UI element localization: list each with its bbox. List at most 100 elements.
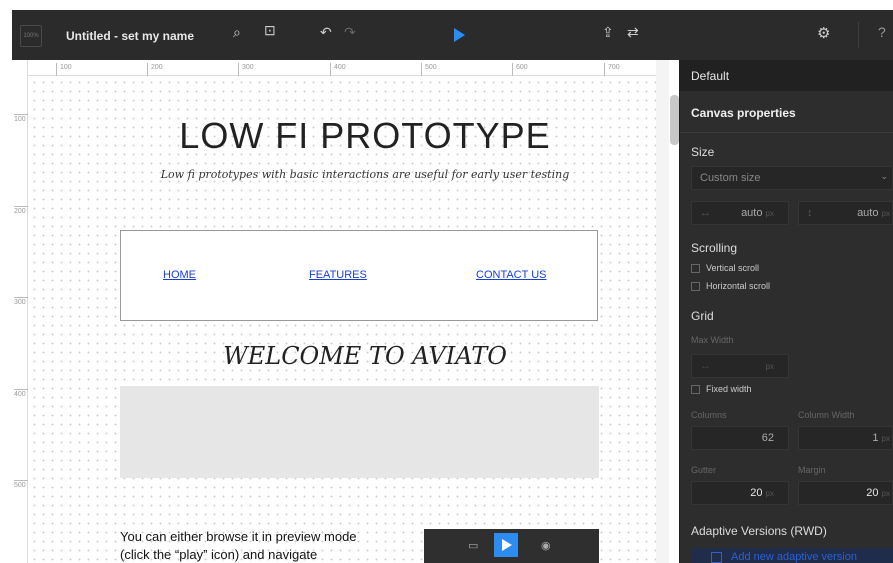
help-icon[interactable]: ? [878,24,886,40]
grid-label: Grid [691,309,714,323]
column-width-label: Column Width [798,410,855,420]
horizontal-ruler: 100 200 300 400 500 600 700 [12,60,669,76]
ruler-mark: 200 [14,206,28,215]
gutter-field[interactable]: 20 px [691,481,789,505]
gutter-label: Gutter [691,465,717,475]
height-field[interactable]: ↕ auto px [798,201,893,225]
columns-field[interactable]: 62 [691,426,789,450]
vertical-scroll-label: Vertical scroll [706,263,760,273]
plus-icon [711,552,722,563]
ruler-mark: 300 [14,297,28,306]
page-title[interactable]: LOW FI PROTOTYPE [118,115,612,157]
height-value-text: auto [857,207,879,219]
add-adaptive-version-label: Add new adaptive version [731,551,857,563]
scrolling-label: Scrolling [691,241,738,255]
nav-link-contact[interactable]: CONTACT US [476,269,547,281]
play-icon[interactable] [454,28,465,42]
ruler-mark: 100 [56,63,72,76]
checkbox-box[interactable] [691,281,700,291]
canvas-scrollbar[interactable] [670,95,679,145]
design-canvas[interactable]: 100 200 300 400 500 600 700 100 200 300 … [12,60,669,563]
gear-icon[interactable]: ⚙ [817,24,830,42]
margin-label: Margin [798,465,826,475]
horizontal-scroll-label: Horizontal scroll [706,281,771,291]
ruler-mark: 700 [604,63,620,76]
ruler-mark: 400 [330,63,346,76]
body-text-line: You can either browse it in preview mode [120,529,357,544]
ruler-mark: 500 [421,63,437,76]
column-width-field[interactable]: 1 px [798,426,893,450]
body-text[interactable]: You can either browse it in preview mode… [120,528,410,563]
add-adaptive-version-button[interactable]: Add new adaptive version [691,548,893,563]
margin-field[interactable]: 20 px [798,481,893,505]
unit-label: px [881,489,890,498]
checkbox-box[interactable] [691,263,700,273]
top-toolbar: 100% Untitled - set my name ⌕ ⊡ ↶ ↷ ⇪ ⇄ … [0,0,893,60]
gutter-value-text: 20 [750,487,763,499]
width-value: auto px [741,207,774,219]
body-text-line: (click the “play” icon) and navigate [120,547,318,562]
horizontal-scroll-checkbox[interactable]: Horizontal scroll [691,281,770,291]
panel-heading: Canvas properties [680,91,893,133]
margin-value: 20 px [866,487,890,499]
width-field[interactable]: ↔ auto px [691,201,789,225]
document-title[interactable]: Untitled - set my name [66,29,194,43]
undo-icon[interactable]: ↶ [320,24,332,41]
column-width-value: 1 px [872,432,890,444]
adaptive-versions-label: Adaptive Versions (RWD) [691,524,827,538]
width-value-text: auto [741,207,763,219]
unit-label: px [881,209,890,218]
fixed-width-label: Fixed width [706,384,752,394]
size-select-value: Custom size [700,172,761,184]
ruler-mark: 100 [14,114,28,123]
width-arrows-icon: ↔ [700,207,711,219]
share-icon[interactable]: ⇄ [627,24,639,41]
toolbar-divider [858,22,859,48]
welcome-heading[interactable]: WELCOME TO AVIATO [118,342,612,370]
page-subtitle[interactable]: Low fi prototypes with basic interaction… [118,168,612,181]
checkbox-box[interactable] [691,384,700,394]
comment-icon[interactable]: ▭ [468,539,478,552]
redo-icon[interactable]: ↷ [344,24,356,41]
ruler-mark: 300 [238,63,254,76]
nav-link-home[interactable]: HOME [163,269,196,281]
max-width-field[interactable]: ↔ px [691,354,789,378]
preview-toolbar: ▭ ◉ [424,529,599,563]
properties-panel: Default Canvas properties Size Custom si… [680,60,893,563]
height-value: auto px [857,207,890,219]
nav-menu-box[interactable]: HOME FEATURES CONTACT US [120,230,598,321]
max-width-unit: px [766,360,774,372]
unit-label: px [765,489,774,498]
gutter-value: 20 px [750,487,774,499]
margin-value-text: 20 [866,487,879,499]
max-width-label: Max Width [691,335,734,345]
ruler-mark: 500 [14,480,28,489]
width-arrows-icon: ↔ [700,360,711,372]
columns-label: Columns [691,410,727,420]
toolbar-bar: 100% Untitled - set my name ⌕ ⊡ ↶ ↷ ⇪ ⇄ … [12,10,893,60]
export-icon[interactable]: ⇪ [602,24,614,41]
fixed-width-checkbox[interactable]: Fixed width [691,384,752,394]
height-arrows-icon: ↕ [807,207,813,219]
ruler-mark: 200 [147,63,163,76]
ruler-mark: 400 [14,389,28,398]
vertical-scroll-checkbox[interactable]: Vertical scroll [691,263,759,273]
columns-value: 62 [761,432,774,444]
location-icon[interactable]: ◉ [541,539,551,552]
image-placeholder[interactable] [120,386,599,478]
size-select[interactable]: Custom size ⌄ [691,166,893,190]
unit-label: px [765,209,774,218]
ruler-mark: 600 [512,63,528,76]
search-icon[interactable]: ⌕ [233,24,241,41]
size-label: Size [691,145,715,159]
chevron-down-icon: ⌄ [880,171,888,181]
play-icon[interactable] [494,533,518,557]
column-width-value-text: 1 [872,432,879,444]
zoom-level[interactable]: 100% [20,25,42,47]
canvas-scroll-track[interactable] [656,60,669,563]
default-version-label[interactable]: Default [680,60,893,91]
fit-screen-icon[interactable]: ⊡ [264,22,276,39]
unit-label: px [881,434,890,443]
unit-label: px [765,362,774,371]
nav-link-features[interactable]: FEATURES [309,269,367,281]
